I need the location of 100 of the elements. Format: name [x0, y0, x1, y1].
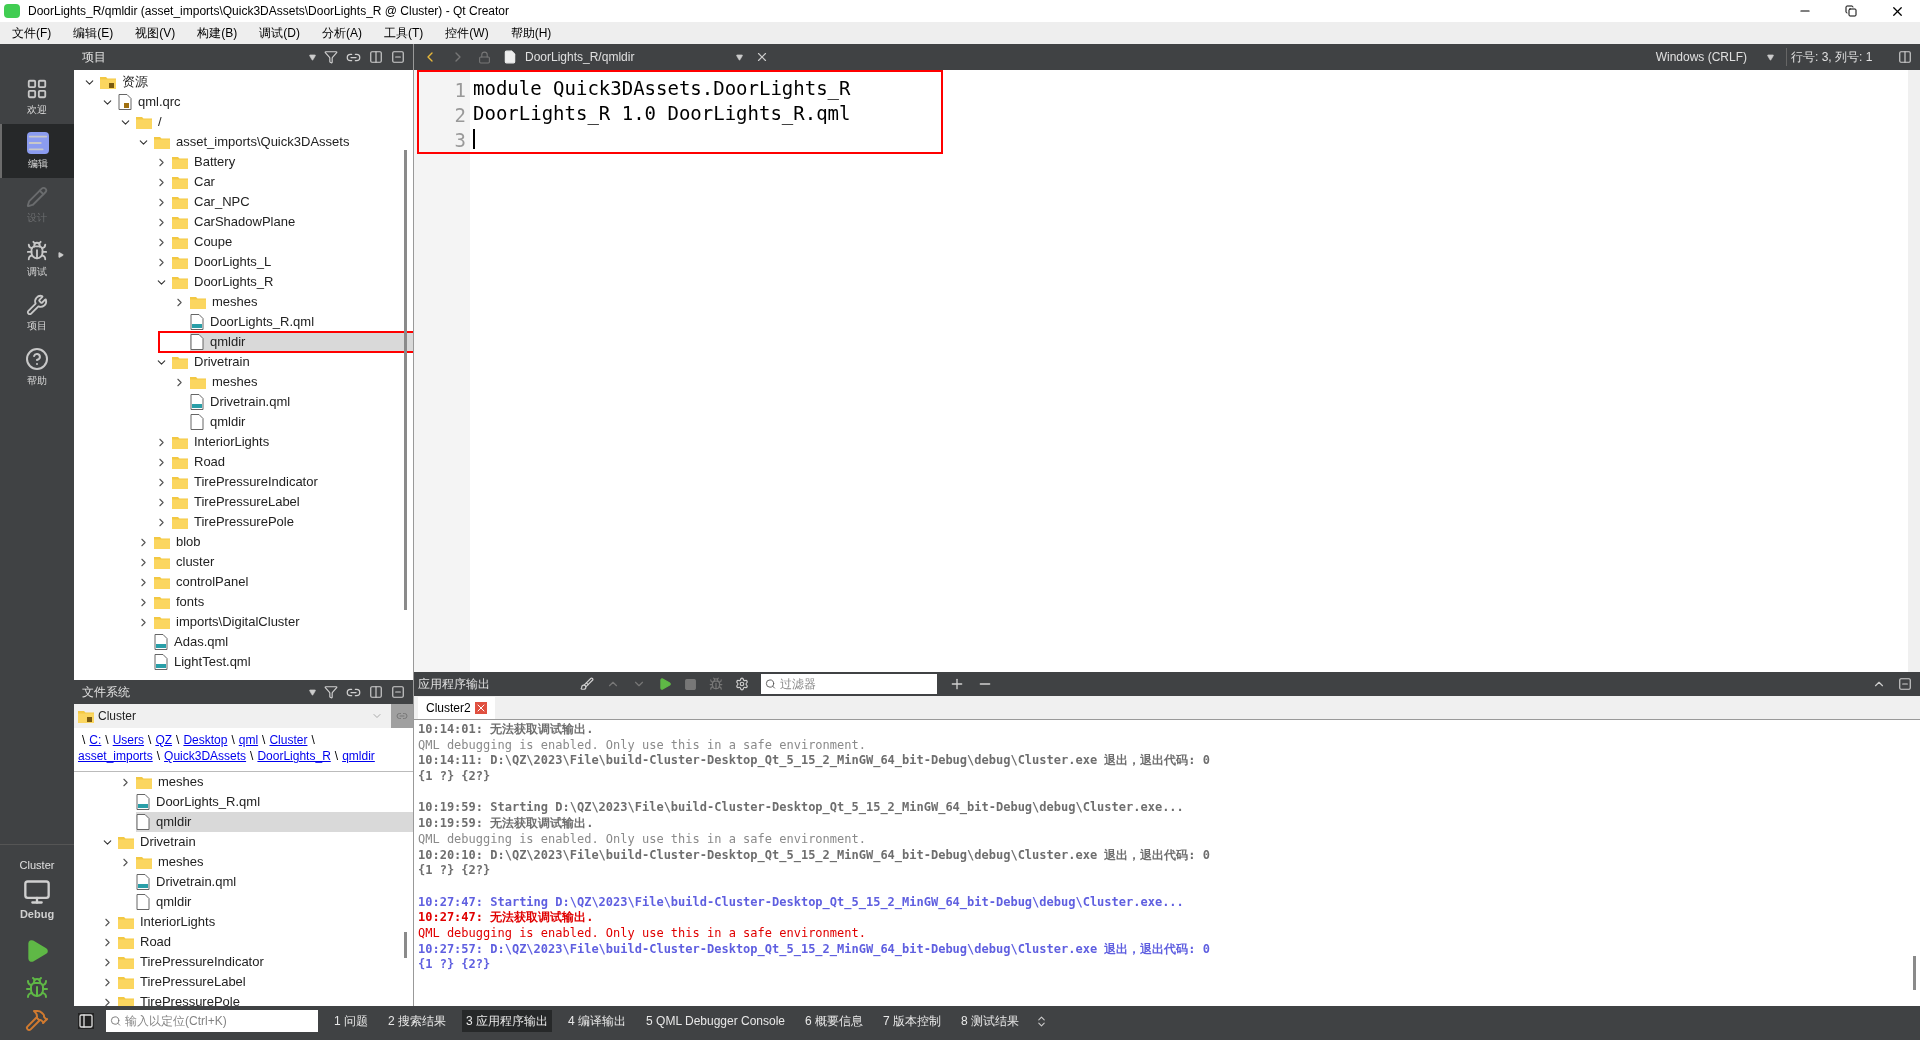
tree-item[interactable]: fonts	[154, 592, 213, 612]
filter-field[interactable]: 过滤器	[779, 675, 933, 693]
tree-item[interactable]: TirePressureIndicator	[118, 952, 272, 972]
menu-item[interactable]: 编辑(E)	[69, 24, 118, 42]
rerun-icon[interactable]	[658, 677, 672, 691]
pane-tab[interactable]: 4 编译输出	[564, 1010, 631, 1032]
clear-icon[interactable]	[580, 677, 594, 691]
tree-item[interactable]: qmldir	[136, 812, 413, 832]
path-link[interactable]: Users	[112, 733, 145, 747]
tree-item[interactable]: imports\DigitalCluster	[154, 612, 308, 632]
close-pane-icon[interactable]	[391, 685, 405, 699]
path-link[interactable]: asset_imports	[78, 749, 153, 763]
tree-item[interactable]: 资源	[100, 72, 156, 92]
close-pane-icon[interactable]	[391, 50, 405, 64]
tree-item[interactable]: meshes	[190, 372, 266, 392]
menu-item[interactable]: 文件(F)	[8, 24, 56, 42]
tree-item[interactable]: DoorLights_L	[172, 252, 280, 272]
tree-item[interactable]: Car	[172, 172, 223, 192]
tree-item[interactable]: blob	[154, 532, 209, 552]
tree-item[interactable]: qml.qrc	[118, 92, 189, 112]
mode-button[interactable]: 欢迎	[0, 70, 74, 124]
path-link[interactable]: C:	[89, 733, 102, 747]
split-icon[interactable]	[369, 50, 383, 64]
path-link[interactable]: DoorLights_R	[257, 749, 331, 763]
tree-item[interactable]: Drivetrain.qml	[136, 872, 245, 892]
close-pane-icon[interactable]	[1898, 677, 1912, 691]
pane-tab[interactable]: 2 搜索结果	[384, 1010, 451, 1032]
tree-item[interactable]: meshes	[190, 292, 266, 312]
zoom-in-icon[interactable]	[949, 676, 965, 692]
menu-item[interactable]: 控件(W)	[441, 24, 493, 42]
tree-item[interactable]: TirePressureLabel	[118, 972, 254, 992]
path-link[interactable]: QZ	[155, 733, 173, 747]
path-link[interactable]: Quick3DAssets	[164, 749, 247, 763]
dropdown-icon[interactable]	[309, 53, 316, 61]
debug-run-icon[interactable]	[25, 976, 49, 1000]
settings-icon[interactable]	[735, 677, 749, 691]
dropdown-icon[interactable]	[309, 688, 316, 696]
tree-item[interactable]: qmldir	[136, 892, 200, 912]
tree-item[interactable]: DoorLights_R	[172, 272, 282, 292]
menu-item[interactable]: 帮助(H)	[506, 24, 556, 42]
filter-box[interactable]: 过滤器	[761, 674, 937, 694]
tree-item[interactable]: /	[136, 112, 170, 132]
tree-item[interactable]: Road	[118, 932, 180, 952]
tree-item[interactable]: Drivetrain	[172, 352, 258, 372]
mode-button[interactable]: 项目	[0, 286, 74, 340]
menu-item[interactable]: 视图(V)	[131, 24, 180, 42]
tree-item[interactable]: controlPanel	[154, 572, 257, 592]
tree-item[interactable]: Drivetrain	[118, 832, 204, 852]
tree-item[interactable]: TirePressureLabel	[172, 492, 308, 512]
mode-button[interactable]: 编辑	[0, 124, 74, 178]
tree-item[interactable]: meshes	[136, 852, 212, 872]
tree-item[interactable]: Coupe	[172, 232, 241, 252]
path-link[interactable]: Cluster	[269, 733, 308, 747]
split-icon[interactable]	[1898, 50, 1912, 64]
tree-item[interactable]: Battery	[172, 152, 244, 172]
link-toggle-button[interactable]	[391, 704, 413, 728]
tree-item[interactable]: Drivetrain.qml	[190, 392, 299, 412]
tree-item[interactable]: TirePressurePole	[172, 512, 302, 532]
tree-item[interactable]: asset_imports\Quick3DAssets	[154, 132, 358, 152]
scrollbar-thumb[interactable]	[404, 932, 407, 958]
menu-item[interactable]: 分析(A)	[318, 24, 366, 42]
menu-item[interactable]: 调试(D)	[255, 24, 304, 42]
filter-icon[interactable]	[324, 685, 338, 699]
tree-item[interactable]: LightTest.qml	[154, 652, 259, 672]
pane-tab[interactable]: 1 问题	[330, 1010, 372, 1032]
tree-item[interactable]: Adas.qml	[154, 632, 237, 652]
scrollbar-thumb[interactable]	[1913, 956, 1916, 990]
line-ending-selector[interactable]: Windows (CRLF)	[1655, 48, 1774, 66]
path-link[interactable]: qml	[238, 733, 259, 747]
monitor-icon[interactable]	[23, 877, 51, 906]
pane-tab[interactable]: 6 概要信息	[801, 1010, 868, 1032]
menu-item[interactable]: 工具(T)	[380, 24, 428, 42]
output-tab[interactable]: Cluster2	[418, 697, 495, 719]
close-tab-icon[interactable]	[474, 702, 487, 714]
tree-item[interactable]: Road	[172, 452, 234, 472]
tree-item[interactable]: cluster	[154, 552, 223, 572]
close-document-icon[interactable]	[755, 50, 769, 64]
tree-item[interactable]: qmldir	[190, 412, 254, 432]
scrollbar-thumb[interactable]	[404, 150, 407, 610]
pane-tab[interactable]: 7 版本控制	[879, 1010, 946, 1032]
path-link[interactable]: qmldir	[342, 749, 375, 763]
mode-button[interactable]: 调试	[0, 232, 74, 286]
tree-item[interactable]: meshes	[136, 772, 212, 792]
mode-button[interactable]: 帮助	[0, 340, 74, 394]
tree-item[interactable]: TirePressureIndicator	[172, 472, 326, 492]
split-icon[interactable]	[369, 685, 383, 699]
locator-box[interactable]: 输入以定位(Ctrl+K)	[106, 1010, 318, 1032]
tree-item[interactable]: InteriorLights	[172, 432, 278, 452]
build-icon[interactable]	[25, 1008, 49, 1032]
locator-field[interactable]: 输入以定位(Ctrl+K)	[125, 1012, 314, 1030]
tree-item[interactable]: CarShadowPlane	[172, 212, 304, 232]
tree-item[interactable]: Car_NPC	[172, 192, 258, 212]
path-link[interactable]: Desktop	[183, 733, 228, 747]
tree-item[interactable]: InteriorLights	[118, 912, 224, 932]
document-selector[interactable]: DoorLights_R/qmldir	[503, 48, 743, 66]
filter-icon[interactable]	[324, 50, 338, 64]
pane-tab[interactable]: 8 测试结果	[957, 1010, 1024, 1032]
pane-tab[interactable]: 5 QML Debugger Console	[642, 1010, 790, 1032]
tree-item[interactable]: DoorLights_R.qml	[136, 792, 269, 812]
sidebar-toggle-icon[interactable]	[78, 1013, 94, 1029]
